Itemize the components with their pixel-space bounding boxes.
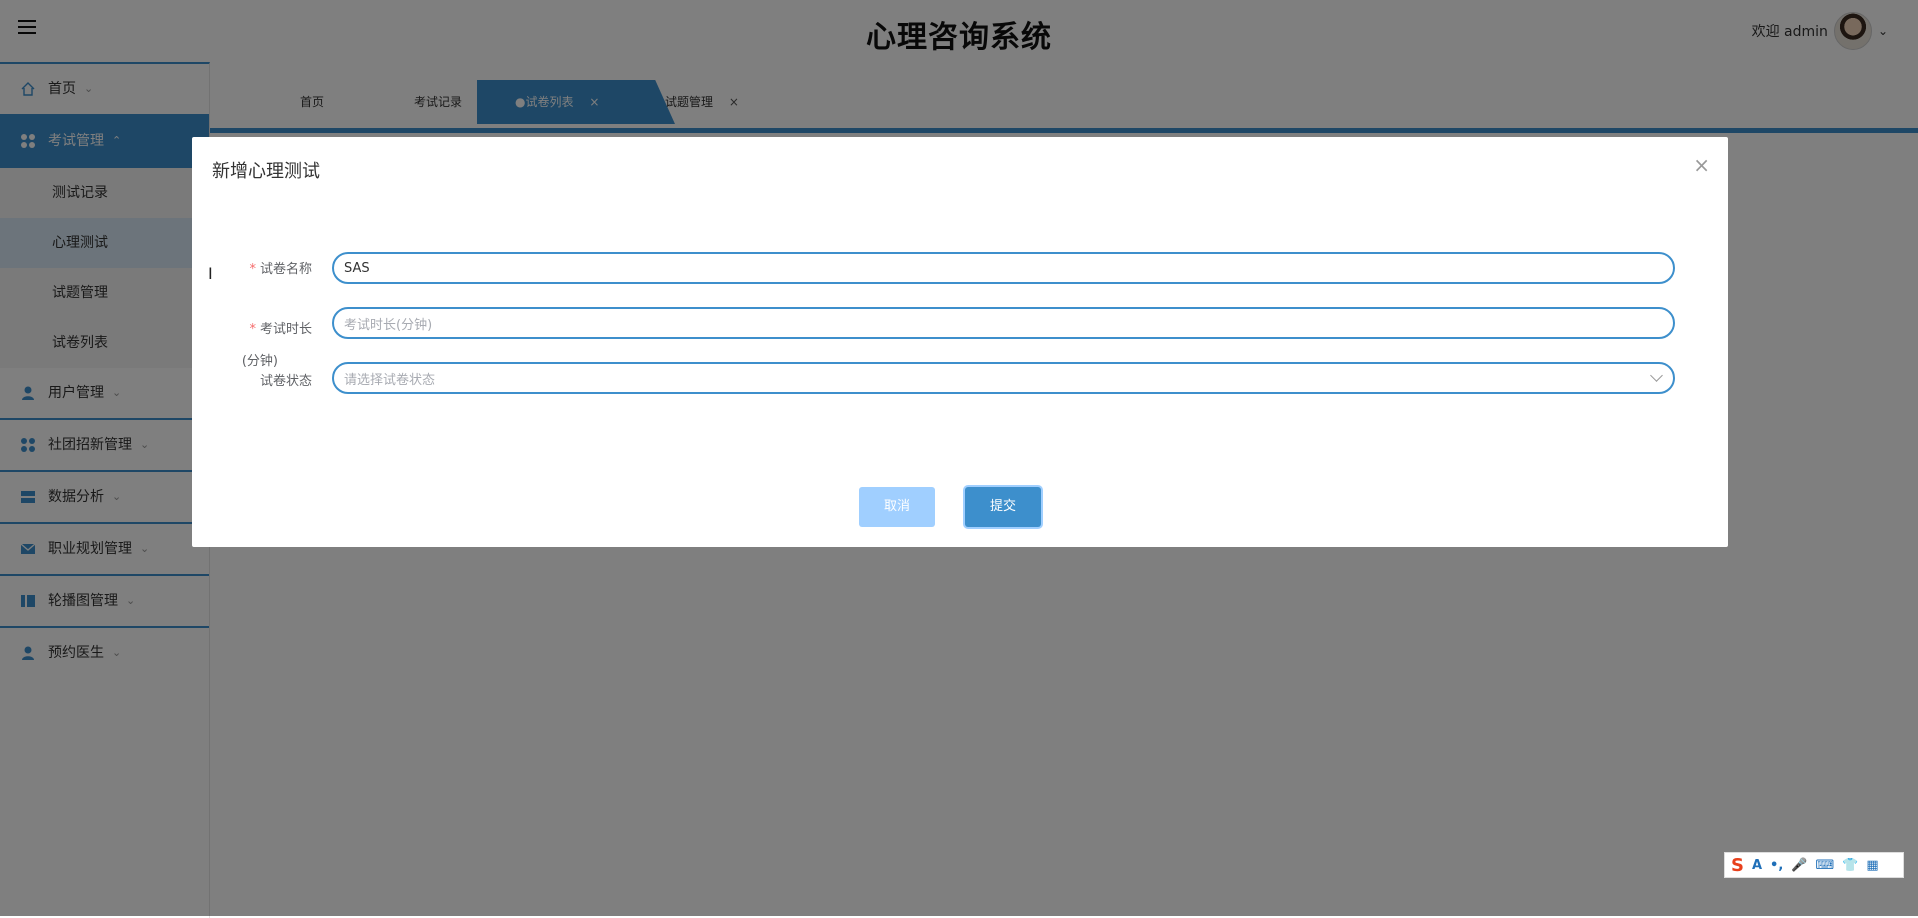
microphone-icon[interactable]: 🎤 — [1791, 858, 1807, 873]
skin-icon[interactable]: 👕 — [1842, 858, 1858, 873]
close-icon[interactable]: × — [1693, 155, 1710, 175]
cancel-button[interactable]: 取消 — [859, 487, 935, 527]
paper-status-label: 试卷状态 — [259, 374, 312, 389]
text-cursor-icon: I — [208, 264, 213, 283]
chevron-down-icon[interactable] — [1650, 369, 1663, 382]
keyboard-icon[interactable]: ⌨ — [1815, 858, 1834, 873]
ime-item[interactable]: A — [1752, 858, 1762, 873]
required-mark: * — [249, 322, 256, 337]
toolbox-icon[interactable]: ▦ — [1866, 858, 1878, 873]
paper-name-value: SAS — [344, 260, 370, 276]
paper-name-input[interactable]: SAS — [332, 252, 1675, 284]
required-mark: * — [249, 262, 256, 277]
duration-placeholder: 考试时长(分钟) — [344, 317, 433, 333]
submit-button[interactable]: 提交 — [965, 487, 1041, 527]
ime-item[interactable]: •, — [1770, 858, 1783, 873]
add-psych-test-dialog: 新增心理测试 × * 试卷名称 SAS * 考试时长 (分钟) 考试时长(分钟) 试… — [192, 137, 1728, 547]
ime-toolbar[interactable]: S A •, 🎤 ⌨ 👕 ▦ — [1724, 852, 1904, 878]
duration-label: * 考试时长 (分钟) — [241, 322, 312, 369]
dialog-title: 新增心理测试 — [212, 161, 320, 182]
paper-status-placeholder: 请选择试卷状态 — [344, 372, 436, 388]
paper-status-select[interactable]: 请选择试卷状态 — [332, 362, 1675, 394]
duration-input[interactable]: 考试时长(分钟) — [332, 307, 1675, 339]
duration-unit-label: (分钟) — [241, 354, 278, 369]
sogou-logo-icon[interactable]: S — [1731, 855, 1744, 876]
